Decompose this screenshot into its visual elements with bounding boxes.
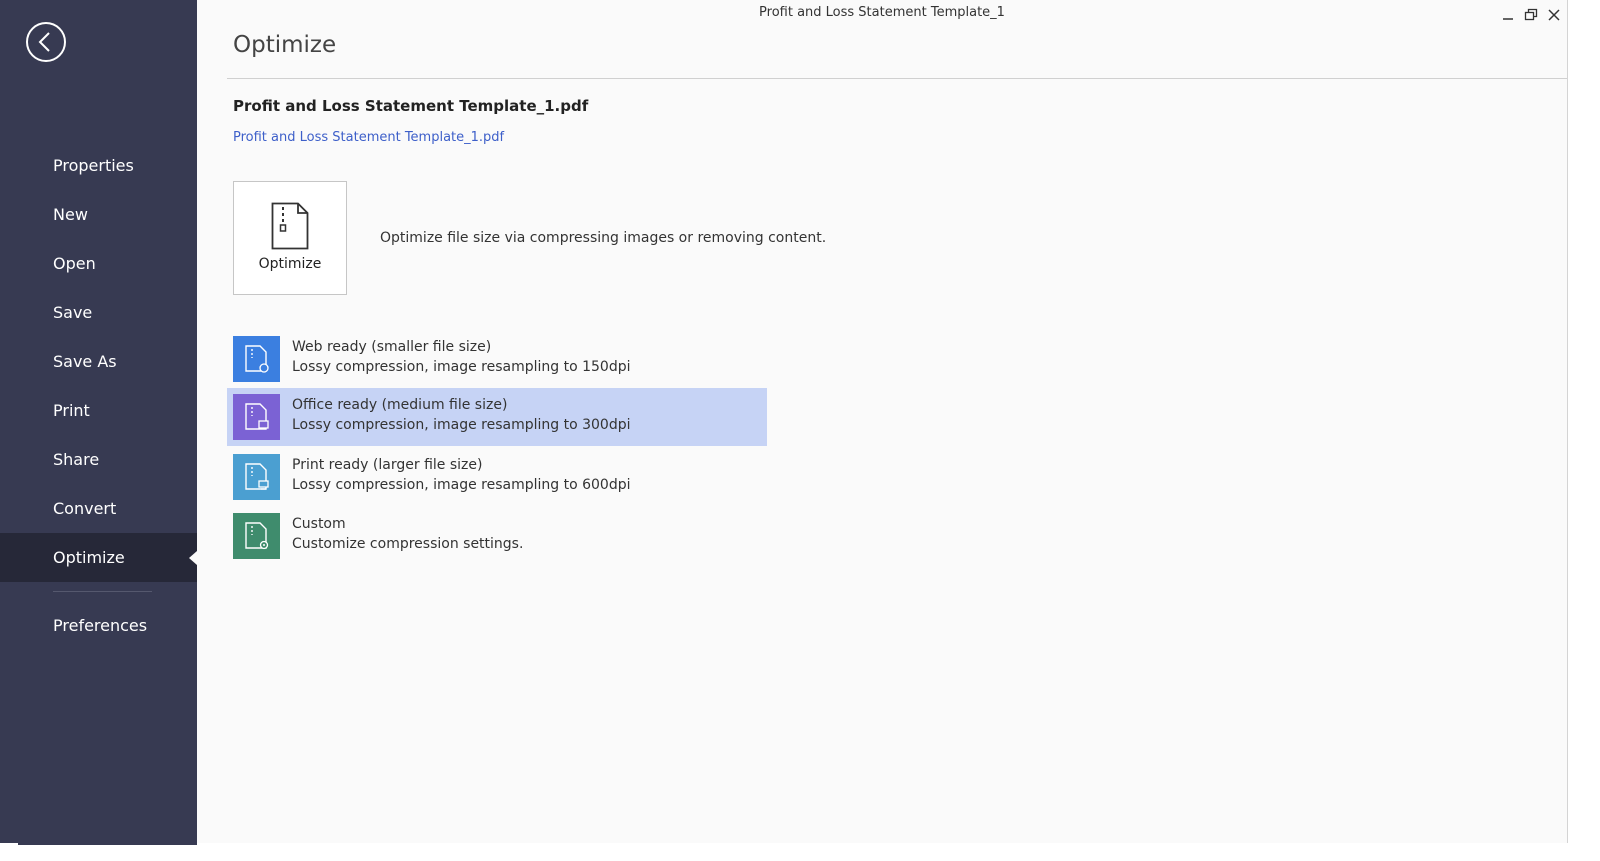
- optimize-description: Optimize file size via compressing image…: [380, 230, 827, 246]
- print-preset-icon: [233, 454, 280, 500]
- minimize-icon[interactable]: [1501, 8, 1515, 22]
- sidebar-item-label: Optimize: [53, 548, 125, 567]
- close-icon[interactable]: [1547, 8, 1561, 22]
- sidebar-item-label: Save: [53, 303, 93, 322]
- preset-office-ready[interactable]: Office ready (medium file size) Lossy co…: [227, 388, 767, 446]
- sidebar-item-label: Share: [53, 450, 100, 469]
- preset-description: Lossy compression, image resampling to 1…: [292, 359, 631, 375]
- sidebar-item-save[interactable]: Save: [0, 288, 197, 337]
- sidebar-item-open[interactable]: Open: [0, 239, 197, 288]
- sidebar-item-preferences[interactable]: Preferences: [0, 601, 197, 650]
- preset-custom[interactable]: Custom Customize compression settings.: [227, 507, 767, 565]
- document-link[interactable]: Profit and Loss Statement Template_1.pdf: [233, 130, 504, 145]
- chevron-left-icon: [38, 32, 50, 52]
- optimize-button[interactable]: Optimize: [233, 181, 347, 295]
- page-title: Optimize: [233, 32, 337, 58]
- web-preset-icon: [233, 336, 280, 382]
- sidebar-item-label: Preferences: [53, 616, 148, 635]
- sidebar-item-save-as[interactable]: Save As: [0, 337, 197, 386]
- title-divider: [227, 78, 1567, 79]
- sidebar-item-label: Open: [53, 254, 96, 273]
- main-panel: Profit and Loss Statement Template_1 Opt…: [197, 0, 1567, 843]
- preset-web-ready[interactable]: Web ready (smaller file size) Lossy comp…: [227, 330, 767, 388]
- sidebar-item-label: Save As: [53, 352, 117, 371]
- optimize-button-label: Optimize: [258, 256, 322, 272]
- sidebar-item-print[interactable]: Print: [0, 386, 197, 435]
- preset-title: Office ready (medium file size): [292, 397, 508, 413]
- preset-description: Customize compression settings.: [292, 536, 524, 552]
- preset-print-ready[interactable]: Print ready (larger file size) Lossy com…: [227, 448, 767, 506]
- window-border: [1567, 0, 1568, 843]
- sidebar-item-share[interactable]: Share: [0, 435, 197, 484]
- sidebar-item-label: Print: [53, 401, 90, 420]
- sidebar-item-properties[interactable]: Properties: [0, 141, 197, 190]
- back-button[interactable]: [26, 22, 66, 62]
- office-preset-icon: [233, 394, 280, 440]
- bottom-strip: [0, 843, 1600, 861]
- preset-title: Custom: [292, 516, 346, 532]
- preset-description: Lossy compression, image resampling to 6…: [292, 477, 631, 493]
- restore-icon[interactable]: [1524, 8, 1538, 22]
- sidebar-item-convert[interactable]: Convert: [0, 484, 197, 533]
- window-title: Profit and Loss Statement Template_1: [759, 5, 1005, 20]
- preset-title: Web ready (smaller file size): [292, 339, 492, 355]
- preset-description: Lossy compression, image resampling to 3…: [292, 417, 631, 433]
- sidebar-item-optimize[interactable]: Optimize: [0, 533, 197, 582]
- document-name: Profit and Loss Statement Template_1.pdf: [233, 97, 589, 115]
- sidebar-item-label: New: [53, 205, 88, 224]
- sidebar-divider: [53, 591, 152, 592]
- preset-title: Print ready (larger file size): [292, 457, 483, 473]
- custom-preset-icon: [233, 513, 280, 559]
- sidebar-item-new[interactable]: New: [0, 190, 197, 239]
- compressed-file-icon: [271, 202, 309, 250]
- sidebar: Properties New Open Save Save As Print S…: [0, 0, 197, 843]
- sidebar-item-label: Properties: [53, 156, 134, 175]
- sidebar-item-label: Convert: [53, 499, 117, 518]
